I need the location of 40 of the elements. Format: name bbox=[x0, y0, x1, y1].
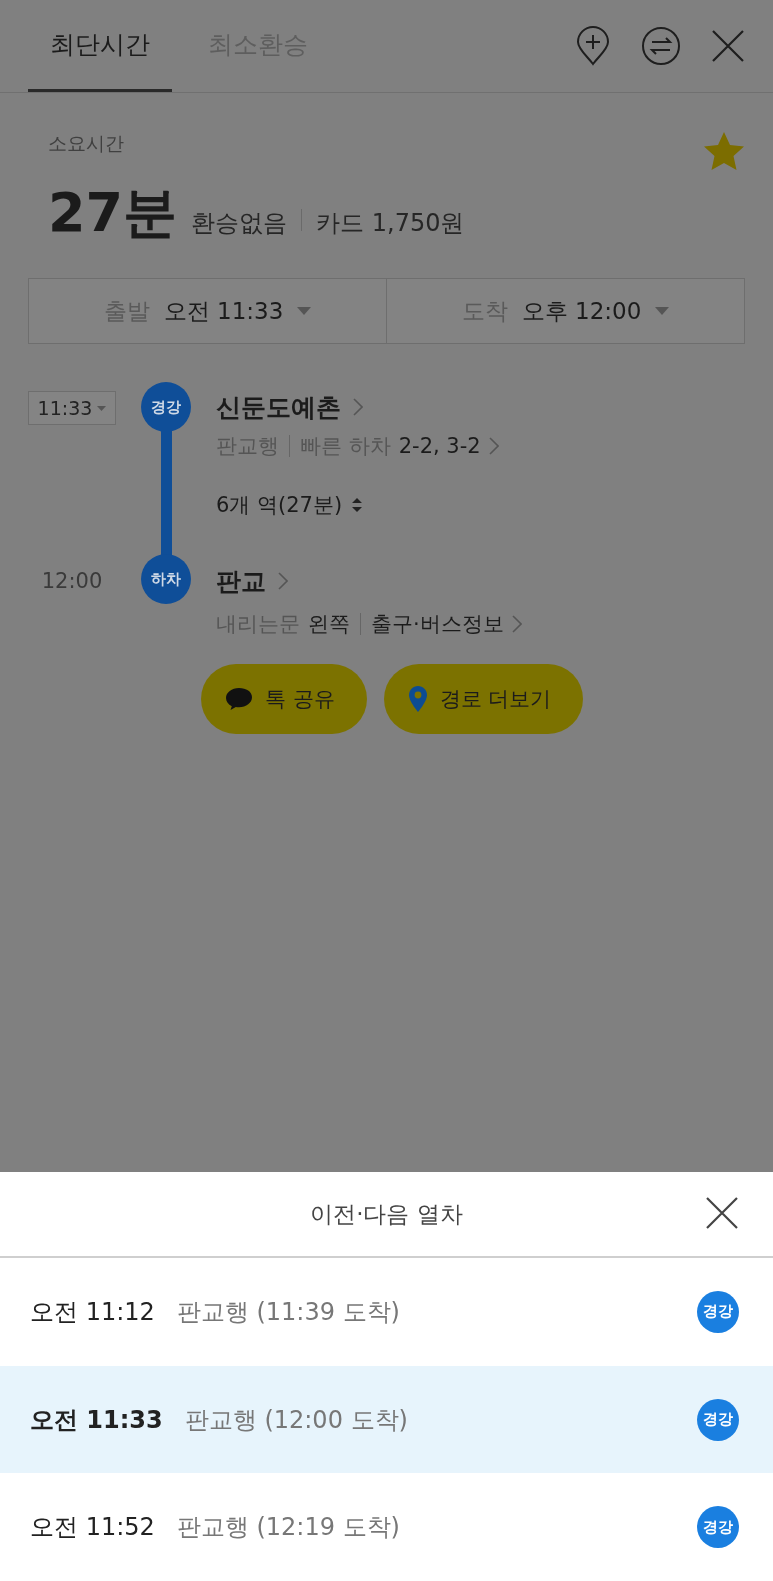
line-badge: 경강 bbox=[697, 1290, 739, 1333]
departure-time: 오전 11:52 bbox=[30, 1512, 155, 1544]
action-button[interactable]: 톡 공유 bbox=[201, 664, 367, 734]
tab[interactable]: 최단시간 bbox=[28, 0, 172, 92]
departure-time: 오전 11:12 bbox=[30, 1296, 155, 1328]
chevron-right-icon bbox=[353, 398, 363, 416]
close-icon[interactable] bbox=[711, 29, 745, 63]
train-destination: 판교행 (12:00 도착) bbox=[184, 1404, 408, 1436]
alight-badge: 하차 bbox=[141, 554, 191, 604]
sheet-title: 이전·다음 열차 bbox=[310, 1199, 463, 1229]
transfer-count: 환승없음 bbox=[191, 208, 288, 239]
train-destination: 판교행 (12:19 도착) bbox=[176, 1512, 400, 1544]
departure-time: 오전 11:33 bbox=[30, 1404, 163, 1436]
exit-bus-info-link[interactable]: 출구·버스정보 bbox=[371, 610, 504, 638]
close-icon[interactable] bbox=[705, 1196, 739, 1230]
station-name[interactable]: 신둔도예촌 bbox=[216, 390, 341, 424]
stops-count[interactable]: 6개 역(27분) bbox=[216, 491, 343, 519]
departure-time-dropdown[interactable]: 11:33 bbox=[28, 391, 116, 425]
door-side: 왼쪽 bbox=[308, 611, 350, 638]
arrival-time: 12:00 bbox=[40, 568, 104, 595]
duration-label: 소요시간 bbox=[48, 131, 124, 156]
train-row[interactable]: 오전 11:33 판교행 (12:00 도착) 경강 bbox=[0, 1365, 773, 1474]
chevron-right-icon bbox=[488, 437, 499, 455]
fare: 카드 1,750원 bbox=[316, 208, 465, 239]
station-name[interactable]: 판교 bbox=[216, 564, 266, 598]
swap-icon[interactable] bbox=[641, 26, 681, 66]
line-badge: 경강 bbox=[697, 1398, 739, 1441]
fast-exit-cars: 2-2, 3-2 bbox=[398, 434, 481, 458]
speech-bubble-icon bbox=[225, 687, 253, 711]
train-destination: 판교행 (11:39 도착) bbox=[176, 1296, 400, 1328]
action-button[interactable]: 경로 더보기 bbox=[383, 664, 584, 734]
chevron-right-icon bbox=[511, 615, 522, 633]
expand-icon[interactable] bbox=[352, 497, 363, 513]
line-badge: 경강 bbox=[141, 382, 191, 432]
chevron-right-icon bbox=[278, 572, 288, 590]
map-pin-icon bbox=[407, 685, 428, 713]
duration: 27분 bbox=[48, 180, 178, 246]
add-location-icon[interactable] bbox=[575, 26, 611, 66]
line-badge: 경강 bbox=[697, 1506, 739, 1549]
favorite-star-icon[interactable] bbox=[703, 131, 745, 171]
